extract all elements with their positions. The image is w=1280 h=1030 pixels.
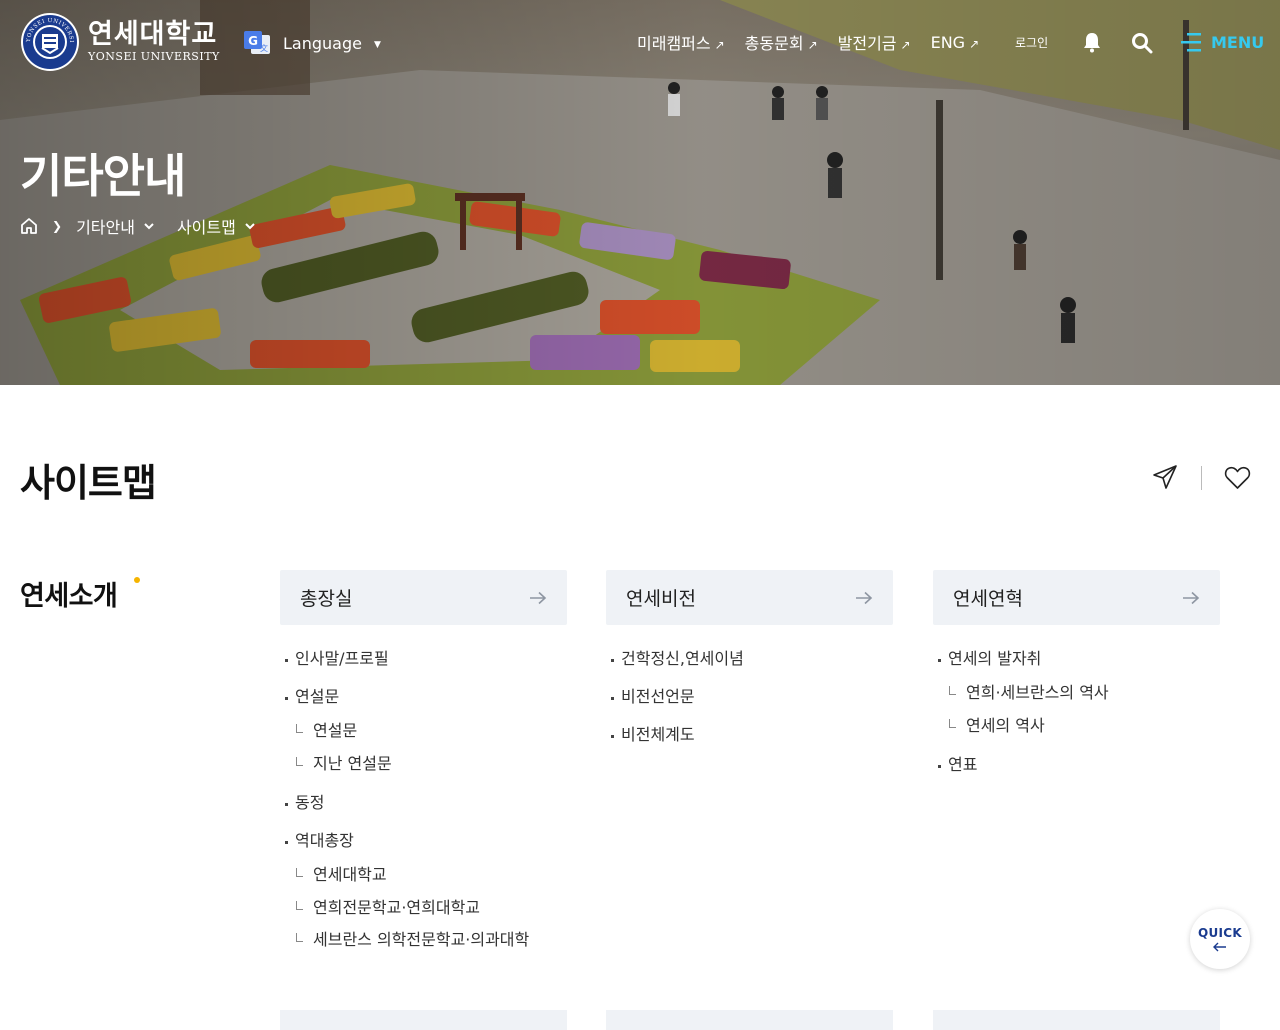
sitemap-sublink[interactable]: 연희전문학교·연희대학교	[280, 898, 567, 930]
column-header-link[interactable]: 연세연혁	[933, 570, 1220, 625]
arrow-right-icon	[1183, 591, 1200, 604]
google-translate-icon: G 文	[244, 31, 270, 54]
external-arrow-icon: ↗	[969, 36, 980, 51]
quick-menu-button[interactable]: QUICK	[1190, 909, 1250, 969]
heart-icon[interactable]	[1224, 465, 1251, 490]
menu-button[interactable]: MENU	[1181, 31, 1264, 53]
next-column-header[interactable]	[606, 1010, 893, 1030]
breadcrumb-level1[interactable]: 기타안내	[76, 214, 177, 238]
university-seal-icon: YONSEI UNIVERSITY	[20, 12, 79, 71]
sitemap-sublink[interactable]: 연세의 역사	[933, 716, 1220, 755]
top-navigation: 미래캠퍼스 ↗ 총동문회 ↗ 발전기금 ↗ ENG ↗	[637, 30, 999, 54]
sitemap-link[interactable]: 인사말/프로필	[280, 649, 567, 687]
sitemap-sublink[interactable]: 연설문	[280, 721, 567, 754]
hamburger-icon	[1181, 33, 1201, 52]
column-header-label: 연세비전	[626, 588, 696, 610]
svg-text:文: 文	[260, 43, 268, 53]
search-icon[interactable]	[1131, 32, 1153, 54]
bell-icon[interactable]	[1081, 31, 1103, 53]
caret-down-icon: ▼	[373, 39, 381, 50]
sitemap-link[interactable]: 연설문	[280, 687, 567, 721]
chevron-down-icon	[144, 223, 154, 230]
logo-korean-name: 연세대학교	[88, 19, 218, 50]
column-header-label: 연세연혁	[953, 588, 1023, 610]
language-selector[interactable]: G 文 Language ▼	[243, 30, 381, 56]
sitemap-link[interactable]: 연세의 발자취	[933, 649, 1220, 683]
login-link[interactable]: 로그인	[1015, 34, 1048, 51]
column-header-link[interactable]: 연세비전	[606, 570, 893, 625]
next-column-header[interactable]	[280, 1010, 567, 1030]
svg-text:G: G	[248, 34, 258, 48]
quick-label: QUICK	[1197, 926, 1242, 940]
sitemap-column-vision: 연세비전 건학정신,연세이념 비전선언문 비전체계도	[606, 570, 893, 763]
nav-link-eng[interactable]: ENG ↗	[931, 33, 980, 52]
menu-label: MENU	[1211, 32, 1265, 52]
external-arrow-icon: ↗	[714, 38, 725, 52]
divider	[1201, 466, 1202, 490]
next-column-header[interactable]	[933, 1010, 1220, 1030]
sitemap-sublink[interactable]: 세브란스 의학전문학교·의과대학	[280, 930, 567, 963]
column-header-link[interactable]: 총장실	[280, 570, 567, 625]
page-title: 사이트맵	[20, 461, 157, 505]
nav-link-alumni[interactable]: 총동문회 ↗	[745, 30, 818, 54]
arrow-right-icon	[530, 591, 547, 604]
section-title: 연세소개	[20, 581, 118, 612]
breadcrumb-separator-icon: ❯	[52, 219, 63, 233]
nav-link-future-campus[interactable]: 미래캠퍼스 ↗	[637, 30, 725, 54]
home-icon[interactable]	[20, 217, 38, 235]
sitemap-link[interactable]: 역대총장	[280, 831, 567, 865]
sitemap-link[interactable]: 동정	[280, 793, 567, 831]
hero-title: 기타안내	[20, 149, 186, 203]
chevron-down-icon	[245, 223, 255, 230]
sitemap-sublink[interactable]: 연세대학교	[280, 865, 567, 898]
external-arrow-icon: ↗	[807, 38, 818, 52]
nav-link-fund[interactable]: 발전기금 ↗	[838, 30, 911, 54]
sitemap-column-president: 총장실 인사말/프로필 연설문 연설문 지난 연설문 동정 역대총장 연세대학교…	[280, 570, 567, 963]
sitemap-sublink[interactable]: 지난 연설문	[280, 754, 567, 793]
external-arrow-icon: ↗	[900, 38, 911, 52]
sitemap-link[interactable]: 비전선언문	[606, 687, 893, 725]
hero-banner: YONSEI UNIVERSITY 연세대학교 YONSEI UNIVERSIT…	[0, 0, 1280, 385]
arrow-left-icon	[1213, 942, 1226, 952]
section-dot	[134, 577, 140, 583]
share-icon[interactable]	[1151, 463, 1179, 491]
breadcrumb: ❯ 기타안내 사이트맵	[20, 214, 278, 238]
sitemap-column-history: 연세연혁 연세의 발자취 연희·세브란스의 역사 연세의 역사 연표	[933, 570, 1220, 793]
sitemap-link[interactable]: 비전체계도	[606, 725, 893, 763]
column-header-label: 총장실	[300, 588, 353, 610]
sitemap-sublink[interactable]: 연희·세브란스의 역사	[933, 683, 1220, 716]
sitemap-link[interactable]: 건학정신,연세이념	[606, 649, 893, 687]
arrow-right-icon	[856, 591, 873, 604]
yonsei-logo[interactable]: YONSEI UNIVERSITY 연세대학교 YONSEI UNIVERSIT…	[20, 12, 220, 72]
site-header: YONSEI UNIVERSITY 연세대학교 YONSEI UNIVERSIT…	[0, 0, 1280, 86]
sitemap-link[interactable]: 연표	[933, 755, 1220, 793]
logo-english-name: YONSEI UNIVERSITY	[88, 50, 220, 63]
breadcrumb-level2[interactable]: 사이트맵	[177, 214, 278, 238]
language-label: Language	[283, 33, 362, 53]
